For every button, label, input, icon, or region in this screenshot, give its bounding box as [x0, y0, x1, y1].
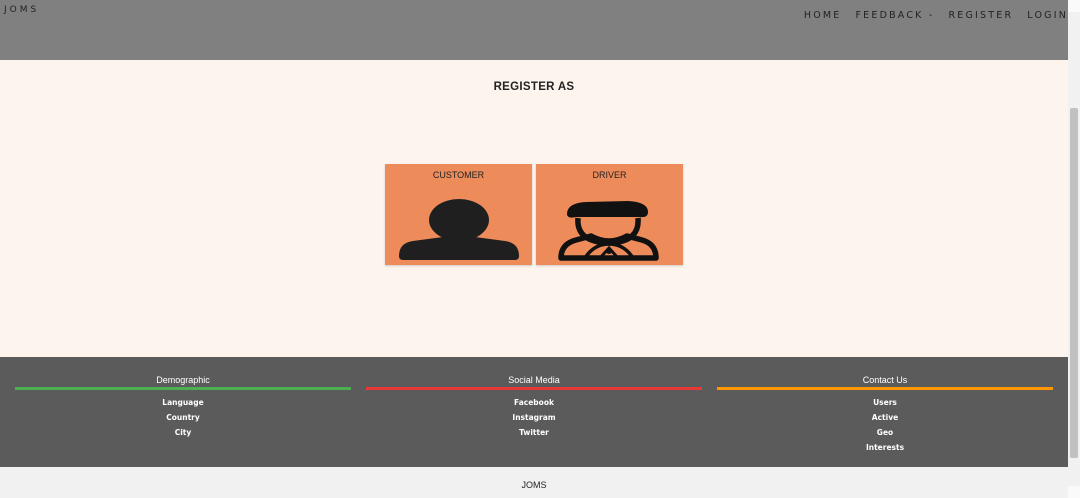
- scrollbar-thumb[interactable]: [1070, 108, 1078, 458]
- footer-link-facebook[interactable]: Facebook: [366, 395, 702, 410]
- bottom-brand-text: JOMS: [521, 480, 547, 490]
- person-icon: [399, 199, 519, 260]
- brand-logo[interactable]: JOMS: [4, 5, 39, 15]
- nav-home[interactable]: HOME: [804, 10, 842, 21]
- footer-link-instagram[interactable]: Instagram: [366, 410, 702, 425]
- footer-heading-demographic: Demographic: [156, 375, 210, 385]
- nav-feedback-caret: -: [928, 10, 935, 21]
- footer-link-geo[interactable]: Geo: [717, 425, 1053, 440]
- nav-menu: HOME FEEDBACK - REGISTER LOGIN: [790, 10, 1068, 21]
- scroll-up-arrow[interactable]: [1068, 0, 1080, 12]
- main-content: REGISTER AS CUSTOMER DRIVER: [0, 60, 1068, 357]
- footer-link-city[interactable]: City: [15, 425, 351, 440]
- vertical-scrollbar[interactable]: [1068, 0, 1080, 498]
- footer-link-active[interactable]: Active: [717, 410, 1053, 425]
- nav-login[interactable]: LOGIN: [1027, 10, 1068, 21]
- driver-card[interactable]: DRIVER: [536, 164, 683, 265]
- nav-register[interactable]: REGISTER: [948, 10, 1013, 21]
- footer-col-social-media: Social Media Facebook Instagram Twitter: [366, 375, 702, 440]
- footer-link-users[interactable]: Users: [717, 395, 1053, 410]
- nav-feedback[interactable]: FEEDBACK -: [856, 10, 935, 21]
- footer-heading-contact-us: Contact Us: [862, 375, 908, 385]
- footer-link-language[interactable]: Language: [15, 395, 351, 410]
- customer-card[interactable]: CUSTOMER: [385, 164, 532, 265]
- footer-col-contact-us: Contact Us Users Active Geo Interests: [717, 375, 1053, 455]
- bottom-bar: JOMS: [0, 467, 1068, 498]
- top-navbar: JOMS HOME FEEDBACK - REGISTER LOGIN: [0, 0, 1068, 60]
- nav-feedback-label: FEEDBACK: [855, 10, 924, 21]
- footer-link-interests[interactable]: Interests: [717, 440, 1053, 455]
- footer-divider-green: [15, 387, 351, 390]
- footer-link-twitter[interactable]: Twitter: [366, 425, 702, 440]
- footer-link-country[interactable]: Country: [15, 410, 351, 425]
- footer: Demographic Language Country City Social…: [0, 357, 1068, 467]
- footer-heading-social-media: Social Media: [508, 375, 560, 385]
- scroll-down-arrow[interactable]: [1068, 486, 1080, 498]
- footer-col-demographic: Demographic Language Country City: [15, 375, 351, 440]
- footer-divider-red: [366, 387, 702, 390]
- page-title: REGISTER AS: [493, 81, 575, 93]
- driver-icon: [558, 201, 659, 261]
- footer-divider-orange: [717, 387, 1053, 390]
